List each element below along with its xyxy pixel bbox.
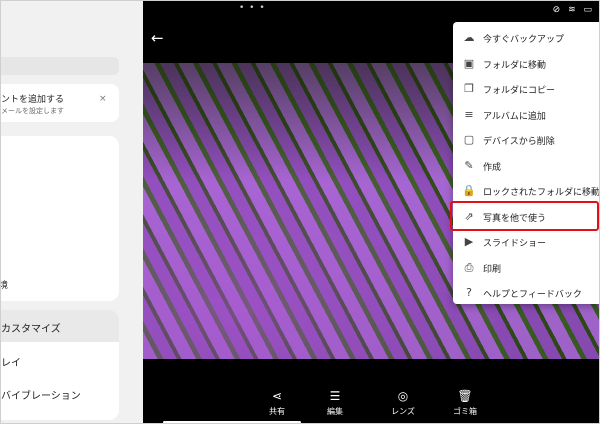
close-icon[interactable]: × — [99, 94, 107, 104]
screen-frame: ントを追加する メールを設定します × 境 カスタマイズ レイ バイブレーション… — [0, 0, 600, 424]
menu-item-slideshow[interactable]: ▶ スライドショー — [453, 231, 599, 255]
slideshow-icon: ▶ — [464, 235, 474, 248]
settings-item-display[interactable]: レイ — [1, 354, 21, 369]
menu-item-label: フォルダにコピー — [483, 86, 556, 96]
search-bar[interactable] — [1, 57, 119, 75]
menu-item-label: ヘルプとフィードバック — [483, 290, 582, 300]
menu-item-copy-to-folder[interactable]: ❐ フォルダにコピー — [453, 78, 599, 102]
trash-label: ゴミ箱 — [453, 407, 477, 416]
trash-icon: 🗑 — [457, 389, 473, 403]
back-arrow-icon[interactable]: ← — [151, 29, 164, 47]
menu-item-label: 作成 — [483, 162, 502, 173]
menu-item-label: ロックされたフォルダに移動 — [483, 188, 600, 198]
menu-item-label: フォルダに移動 — [483, 60, 547, 71]
share-button[interactable]: ⋖ 共有 — [247, 389, 307, 417]
edit-label: 編集 — [327, 407, 343, 416]
folder-move-icon: ▣ — [463, 56, 475, 70]
share-icon: ⋖ — [271, 389, 283, 403]
edit-button[interactable]: ☰ 編集 — [305, 389, 365, 417]
menu-item-label: デバイスから削除 — [483, 137, 555, 147]
notice-subtitle: メールを設定します — [1, 107, 64, 115]
highlight-box — [450, 201, 599, 231]
print-icon: ⎙ — [464, 260, 474, 274]
bottom-action-bar: ⋖ 共有 ☰ 編集 ◎ レンズ 🗑 ゴミ箱 — [143, 359, 599, 423]
trash-button[interactable]: 🗑 ゴミ箱 — [435, 389, 495, 417]
account-notice-card[interactable]: ントを追加する メールを設定します × — [1, 84, 119, 122]
lock-icon: 🔒 — [462, 184, 476, 197]
edit-sliders-icon: ☰ — [329, 389, 341, 403]
menu-item-move-to-folder[interactable]: ▣ フォルダに移動 — [453, 53, 599, 77]
status-bar: ⊘ ≋ ▭ — [550, 5, 593, 15]
settings-item-vibration[interactable]: バイブレーション — [1, 387, 81, 402]
folder-copy-icon: ❐ — [464, 82, 474, 95]
menu-item-label: アルバムに追加 — [483, 111, 546, 122]
overflow-menu: ☁ 今すぐバックアップ ▣ フォルダに移動 ❐ フォルダにコピー ≡ アルバムに… — [453, 22, 600, 304]
menu-item-backup-now[interactable]: ☁ 今すぐバックアップ — [453, 27, 599, 51]
lens-icon: ◎ — [397, 389, 409, 403]
lens-button[interactable]: ◎ レンズ — [373, 389, 433, 417]
wifi-icon: ≋ — [568, 5, 577, 15]
menu-item-label: スライドショー — [483, 239, 547, 249]
menu-item-print[interactable]: ⎙ 印刷 — [453, 257, 599, 281]
pen-icon: ✎ — [464, 158, 474, 172]
customize-card: カスタマイズ レイ バイブレーション — [1, 310, 119, 420]
menu-item-delete-from-device[interactable]: ▢ デバイスから削除 — [453, 129, 599, 153]
settings-item-fragment[interactable]: 境 — [1, 278, 8, 291]
lens-label: レンズ — [391, 407, 415, 416]
settings-card: 境 — [1, 136, 119, 301]
customize-label: カスタマイズ — [1, 324, 61, 335]
menu-item-label: 今すぐバックアップ — [483, 35, 565, 45]
battery-icon: ▭ — [583, 5, 593, 15]
delete-from-device-icon: ▢ — [463, 133, 475, 146]
help-icon: ? — [466, 286, 472, 299]
menu-item-label: 印刷 — [483, 264, 502, 275]
menu-item-add-to-album[interactable]: ≡ アルバムに追加 — [453, 104, 599, 128]
menu-item-create[interactable]: ✎ 作成 — [453, 155, 599, 179]
do-not-disturb-icon: ⊘ — [552, 5, 562, 15]
notice-title: ントを追加する — [1, 95, 65, 105]
playlist-add-icon: ≡ — [464, 107, 474, 121]
settings-panel: ントを追加する メールを設定します × 境 カスタマイズ レイ バイブレーション — [1, 1, 143, 423]
menu-item-help-feedback[interactable]: ? ヘルプとフィードバック — [453, 282, 599, 304]
share-label: 共有 — [269, 407, 285, 416]
multitask-handle[interactable]: • • • — [239, 3, 266, 13]
cloud-upload-icon: ☁ — [463, 31, 475, 44]
